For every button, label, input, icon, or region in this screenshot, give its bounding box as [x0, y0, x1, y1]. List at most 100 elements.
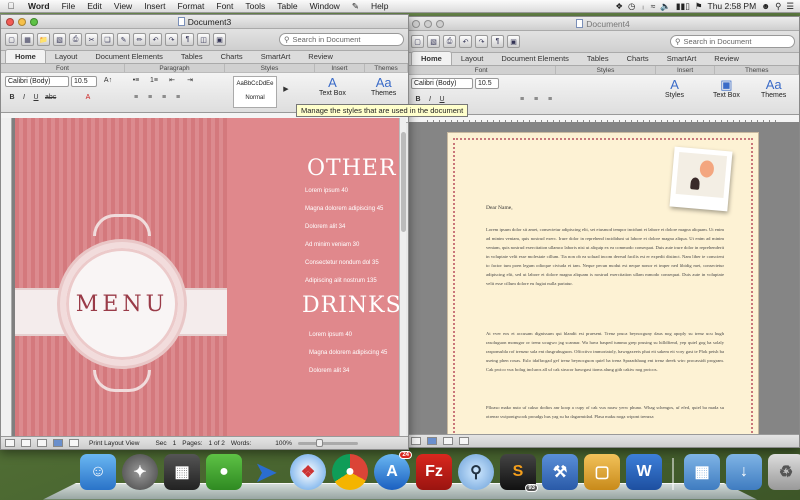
- menu-format[interactable]: Format: [171, 1, 210, 11]
- grow-font-icon[interactable]: A↑: [103, 76, 113, 86]
- view-draft-button[interactable]: [411, 437, 421, 445]
- menu-edit[interactable]: Edit: [81, 1, 108, 11]
- save-icon[interactable]: ▧: [427, 35, 440, 48]
- font-name-field[interactable]: Calibri (Body): [411, 78, 473, 89]
- styles-button[interactable]: A Styles: [665, 77, 684, 99]
- view-publishing-button[interactable]: [459, 437, 469, 445]
- tab-charts[interactable]: Charts: [618, 52, 658, 65]
- bold-button[interactable]: B: [7, 93, 17, 103]
- tab-document-elements[interactable]: Document Elements: [492, 52, 578, 65]
- xcode-icon[interactable]: ⚒: [542, 454, 578, 490]
- align-center-icon[interactable]: ≡: [531, 95, 541, 105]
- new-icon[interactable]: ▢: [411, 35, 424, 48]
- menu-file[interactable]: File: [56, 1, 82, 11]
- menu-table[interactable]: Table: [271, 1, 303, 11]
- archive-icon[interactable]: ▢: [584, 454, 620, 490]
- align-right-icon[interactable]: ≡: [545, 95, 555, 105]
- zoom-icon[interactable]: ▣: [213, 33, 226, 46]
- view-outline-button[interactable]: [21, 439, 31, 447]
- print-icon[interactable]: ⎙: [443, 35, 456, 48]
- tab-layout[interactable]: Layout: [452, 52, 493, 65]
- align-left-icon[interactable]: ≡: [131, 93, 141, 103]
- vertical-ruler[interactable]: [1, 118, 12, 448]
- polaroid-image[interactable]: [669, 146, 733, 212]
- word-icon[interactable]: W: [626, 454, 662, 490]
- document4-titlebar[interactable]: Document4: [407, 17, 799, 31]
- justify-icon[interactable]: ≡: [173, 93, 183, 103]
- letter-page[interactable]: Dear Name, Lorem ipsum dolor sit amet, c…: [447, 132, 759, 434]
- status-zoom[interactable]: 100%: [275, 440, 292, 447]
- bluetooth-icon[interactable]: ᛧ: [640, 1, 645, 11]
- font-size-field[interactable]: 10.5: [71, 76, 97, 87]
- open-icon[interactable]: 📁: [37, 33, 50, 46]
- document3-titlebar[interactable]: Document3: [1, 15, 408, 29]
- tab-tables[interactable]: Tables: [172, 50, 212, 63]
- strikethrough-button[interactable]: abc: [45, 93, 56, 103]
- zoom-button[interactable]: [30, 18, 38, 26]
- view-notebook-button[interactable]: [69, 439, 79, 447]
- sublime-icon[interactable]: S 93: [500, 454, 538, 492]
- paragraph-icon[interactable]: ¶: [181, 33, 194, 46]
- menu-view[interactable]: View: [108, 1, 138, 11]
- chrome-icon[interactable]: ●: [332, 454, 368, 490]
- zoom-slider[interactable]: [297, 438, 358, 447]
- tab-charts[interactable]: Charts: [212, 50, 252, 63]
- notification-icon[interactable]: ☰: [786, 1, 794, 12]
- view-print-button[interactable]: [427, 437, 437, 445]
- safari-icon[interactable]: ❖: [290, 454, 326, 490]
- menu-app-word[interactable]: Word: [22, 1, 56, 11]
- copy-icon[interactable]: ❏: [101, 33, 114, 46]
- minimize-button[interactable]: [424, 20, 432, 28]
- textbox-button[interactable]: A Text Box: [319, 75, 346, 97]
- new-icon[interactable]: ▢: [5, 33, 18, 46]
- tab-home[interactable]: Home: [5, 49, 46, 63]
- font-name-field[interactable]: Calibri (Body): [5, 76, 69, 87]
- tab-tables[interactable]: Tables: [578, 52, 618, 65]
- view-draft-button[interactable]: [5, 439, 15, 447]
- minimize-button[interactable]: [18, 18, 26, 26]
- android-app-icon[interactable]: ●: [206, 454, 242, 490]
- align-center-icon[interactable]: ≡: [145, 93, 155, 103]
- templates-icon[interactable]: ▦: [21, 33, 34, 46]
- scroll-thumb[interactable]: [401, 132, 406, 232]
- format-painter-icon[interactable]: ✏: [133, 33, 146, 46]
- undo-icon[interactable]: ↶: [459, 35, 472, 48]
- tab-smartart[interactable]: SmartArt: [658, 52, 706, 65]
- menu-window[interactable]: Window: [304, 1, 346, 11]
- applications-folder-icon[interactable]: ▦: [684, 454, 720, 490]
- tab-home[interactable]: Home: [411, 51, 452, 65]
- paragraph-icon[interactable]: ¶: [491, 35, 504, 48]
- paste-icon[interactable]: ✎: [117, 33, 130, 46]
- styles-arrow-icon[interactable]: ▶: [281, 85, 291, 95]
- zoom-icon[interactable]: ▣: [507, 35, 520, 48]
- cut-icon[interactable]: ✂: [85, 33, 98, 46]
- filezilla-icon[interactable]: Fz: [416, 454, 452, 490]
- font-color-icon[interactable]: A: [83, 93, 93, 103]
- preview-icon[interactable]: ⚲: [458, 454, 494, 490]
- sidebar-icon[interactable]: ◫: [197, 33, 210, 46]
- tab-document-elements[interactable]: Document Elements: [86, 50, 172, 63]
- underline-button[interactable]: U: [31, 93, 41, 103]
- flag-icon[interactable]: ⚑: [695, 1, 703, 12]
- tab-review[interactable]: Review: [705, 52, 748, 65]
- document3-search[interactable]: ⚲ Search in Document: [279, 33, 404, 46]
- themes-button[interactable]: Aa Themes: [761, 77, 786, 99]
- view-outline-button[interactable]: [443, 437, 453, 445]
- outdent-icon[interactable]: ⇤: [167, 76, 177, 86]
- wifi-icon[interactable]: ≈: [651, 1, 656, 11]
- bullets-icon[interactable]: •≡: [131, 76, 141, 86]
- mission-control-icon[interactable]: ▦: [164, 454, 200, 490]
- numbering-icon[interactable]: 1≡: [149, 76, 159, 86]
- align-right-icon[interactable]: ≡: [159, 93, 169, 103]
- menu-insert[interactable]: Insert: [138, 1, 171, 11]
- menu-scripts-icon[interactable]: ✎: [346, 1, 365, 12]
- view-print-button[interactable]: [53, 439, 63, 447]
- print-icon[interactable]: ⎙: [69, 33, 82, 46]
- textbox-button[interactable]: ▣ Text Box: [713, 77, 740, 99]
- italic-button[interactable]: I: [19, 93, 29, 103]
- launchpad-icon[interactable]: ✦: [122, 454, 158, 490]
- volume-icon[interactable]: 🔈: [660, 1, 671, 12]
- appstore-icon[interactable]: A 24: [374, 451, 412, 490]
- undo-icon[interactable]: ↶: [149, 33, 162, 46]
- menu-font[interactable]: Font: [210, 1, 239, 11]
